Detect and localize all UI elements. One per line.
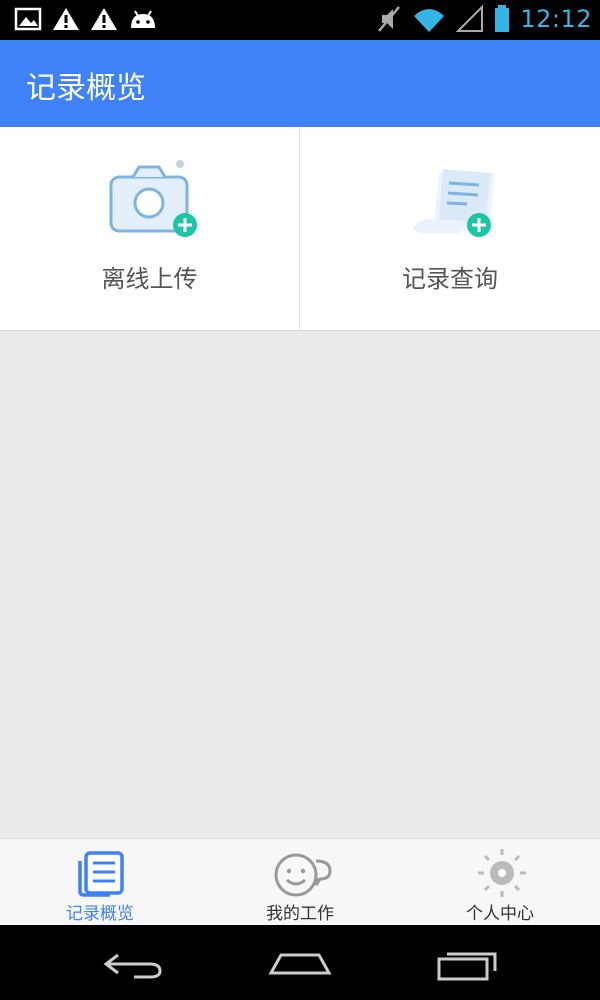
nav-label-my-work: 我的工作	[266, 904, 334, 924]
feature-grid: 离线上传 记录查询	[0, 127, 600, 331]
camera-add-icon	[109, 160, 197, 237]
mute-icon	[378, 6, 401, 32]
bottom-nav: 记录概览 我的工作 个人中心	[0, 838, 600, 926]
warning-icon	[91, 8, 117, 30]
notification-icons	[14, 6, 158, 32]
nav-tab-records[interactable]: 记录概览	[0, 839, 200, 926]
page-title: 记录概览	[26, 71, 146, 106]
signal-icon	[456, 4, 484, 32]
records-icon	[78, 851, 124, 897]
system-status-icons: 12:12	[376, 4, 592, 34]
nav-label-records: 记录概览	[66, 904, 134, 924]
nav-tab-my-work[interactable]: 我的工作	[200, 839, 400, 926]
offline-upload-label: 离线上传	[101, 265, 198, 293]
nav-label-personal-center: 个人中心	[466, 904, 534, 924]
record-query-tile[interactable]: 记录查询	[300, 127, 600, 330]
clock: 12:12	[520, 5, 592, 33]
status-bar: 12:12	[0, 0, 600, 40]
document-add-icon	[413, 169, 495, 237]
nav-tab-personal-center[interactable]: 个人中心	[400, 839, 600, 926]
image-icon	[14, 7, 42, 31]
android-icon	[131, 10, 155, 28]
offline-upload-tile[interactable]: 离线上传	[0, 127, 300, 330]
system-nav-bar	[0, 925, 600, 1000]
battery-icon	[495, 5, 510, 32]
app-bar: 记录概览	[0, 40, 600, 127]
smiley-chat-icon	[274, 853, 332, 897]
wifi-icon	[414, 9, 445, 32]
recent-apps-icon[interactable]	[435, 947, 501, 981]
sun-icon	[478, 849, 526, 897]
record-query-label: 记录查询	[402, 265, 498, 293]
back-icon[interactable]	[100, 947, 166, 981]
home-icon[interactable]	[267, 947, 333, 981]
warning-icon	[53, 8, 79, 30]
